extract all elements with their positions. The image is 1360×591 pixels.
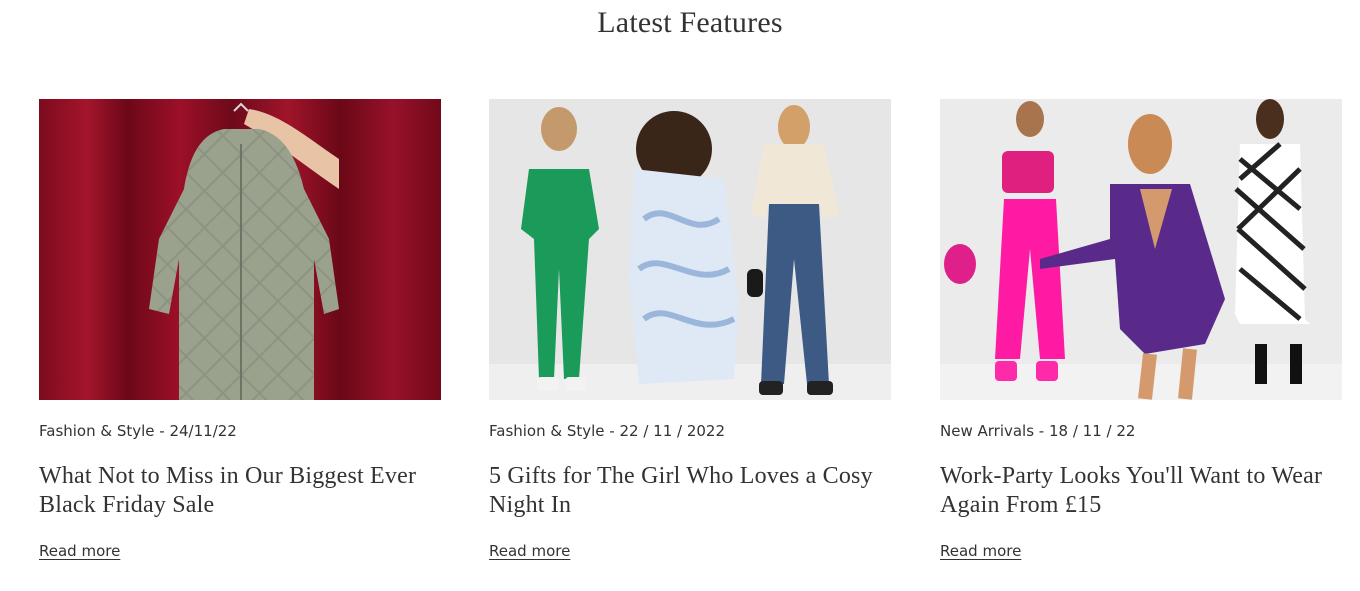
read-more-link[interactable]: Read more — [940, 542, 1021, 560]
card-title[interactable]: Work-Party Looks You'll Want to Wear Aga… — [940, 462, 1350, 520]
card-meta: Fashion & Style - 22 / 11 / 2022 — [489, 422, 726, 440]
feature-image-partywear[interactable] — [940, 99, 1342, 400]
card-title[interactable]: What Not to Miss in Our Biggest Ever Bla… — [39, 462, 449, 520]
feature-image-loungewear[interactable] — [489, 99, 891, 400]
feature-card: Fashion & Style - 22 / 11 / 2022 5 Gifts… — [489, 99, 891, 560]
card-title[interactable]: 5 Gifts for The Girl Who Loves a Cosy Ni… — [489, 462, 899, 520]
read-more-link[interactable]: Read more — [489, 542, 570, 560]
feature-image-coat[interactable] — [39, 99, 441, 400]
card-meta: Fashion & Style - 24/11/22 — [39, 422, 237, 440]
feature-card: New Arrivals - 18 / 11 / 22 Work-Party L… — [940, 99, 1342, 560]
section-title: Latest Features — [597, 6, 783, 39]
card-meta: New Arrivals - 18 / 11 / 22 — [940, 422, 1136, 440]
feature-card: Fashion & Style - 24/11/22 What Not to M… — [39, 99, 441, 560]
read-more-link[interactable]: Read more — [39, 542, 120, 560]
